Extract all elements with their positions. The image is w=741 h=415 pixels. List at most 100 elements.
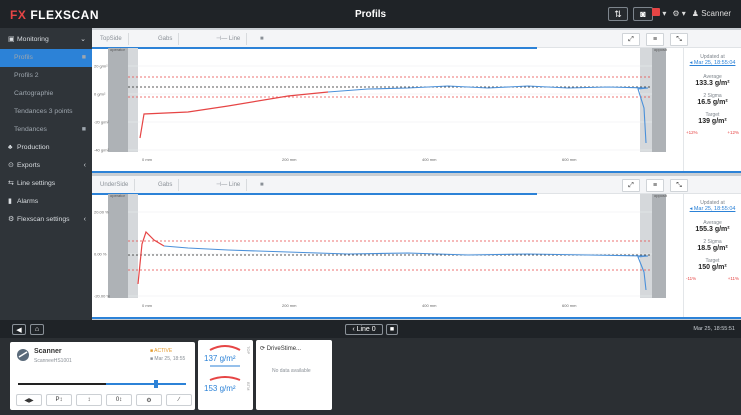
scanner-tool-button[interactable]: 0↕ bbox=[106, 394, 132, 406]
line-selector[interactable]: ‹ Line 0 bbox=[345, 324, 383, 335]
panel-tab[interactable]: Gabs bbox=[152, 179, 180, 191]
sidebar-item[interactable]: Cartographie bbox=[0, 85, 92, 103]
profile-series-out-of-tolerance bbox=[137, 230, 165, 285]
opposite-label: opposite bbox=[654, 48, 667, 52]
flag-icon bbox=[652, 8, 661, 16]
average-value: 133.3 g/m² bbox=[695, 80, 730, 87]
scanner-tool-button[interactable]: P↕ bbox=[46, 394, 72, 406]
fullscreen-button[interactable]: ⤡ bbox=[670, 33, 688, 46]
upload-button[interactable]: ⇅ bbox=[608, 7, 628, 21]
exports-icon: ⊙ bbox=[8, 162, 14, 169]
scanner-position-handle[interactable] bbox=[154, 380, 158, 388]
expand-button[interactable]: ⤢ bbox=[622, 179, 640, 192]
menu-button[interactable]: ≡ bbox=[646, 179, 664, 192]
panel-tab[interactable]: ■ bbox=[254, 179, 270, 191]
sidebar-item[interactable]: ▮ Alarms bbox=[0, 193, 92, 211]
sidebar-item-label: Profils bbox=[14, 54, 33, 61]
panel-tab[interactable]: TopSide bbox=[94, 33, 129, 45]
scanner-icon bbox=[16, 348, 30, 362]
page-title: Profils bbox=[354, 9, 387, 20]
sidebar-item-indicator: ‹ bbox=[83, 162, 86, 169]
sidebar-item[interactable]: ⇆ Line settings bbox=[0, 175, 92, 193]
opposite-zone bbox=[652, 194, 666, 298]
collapse-button[interactable]: ◀ bbox=[12, 324, 26, 335]
scanner-tool-button[interactable]: ∕ bbox=[166, 394, 192, 406]
scanner-tool-button[interactable]: ↕ bbox=[76, 394, 102, 406]
settings-menu[interactable]: ⚙ ▾ bbox=[672, 9, 685, 18]
sidebar-item[interactable]: ▣ Monitoring ⌄ bbox=[0, 31, 92, 49]
profile-panel-topside: TopSide Gabs ⊣— Line ■ ⤢ ≡ ⤡ operator opposite 20… bbox=[92, 30, 741, 173]
sidebar-item[interactable]: Profils 2 bbox=[0, 67, 92, 85]
sidebar-item[interactable]: ⚙ Flexscan settings ‹ bbox=[0, 211, 92, 229]
y-tick-label: 0.00 % bbox=[94, 252, 107, 257]
opposite-label: opposite bbox=[654, 194, 667, 198]
sidebar-item-label: Monitoring bbox=[17, 36, 49, 43]
panel-tab[interactable]: UnderSide bbox=[94, 179, 136, 191]
drive-card[interactable]: ⟳ DriveStime... No data available bbox=[256, 340, 332, 410]
sigma-value: 18.5 g/m² bbox=[697, 245, 728, 252]
lock-button[interactable]: ■ bbox=[386, 324, 398, 335]
scanner-tool-button[interactable]: ⚙ bbox=[136, 394, 162, 406]
sidebar-item-label: Exports bbox=[17, 162, 41, 169]
production-icon: ♣ bbox=[8, 144, 13, 151]
menu-button[interactable]: ≡ bbox=[646, 33, 664, 46]
tolerance-left: +12% bbox=[686, 130, 698, 135]
scanner-track-fill bbox=[18, 383, 106, 385]
stats-panel: Updated at ◂ Mar 25, 18:55:04 Average 155.3… bbox=[683, 194, 741, 317]
sidebar-item[interactable]: Tendances ■ bbox=[0, 121, 92, 139]
status-bar: ◀ ⌂ ‹ Line 0 ■ Mar 25, 18:55:51 bbox=[0, 320, 741, 338]
panel-tab[interactable]: Gabs bbox=[152, 33, 180, 45]
sidebar-item-indicator: ⌄ bbox=[80, 36, 86, 43]
scanner-tool-button[interactable]: ◀▶ bbox=[16, 394, 42, 406]
panel-tab[interactable]: ⊣— Line bbox=[210, 33, 248, 45]
collapse-icon: ◀ bbox=[16, 326, 22, 334]
scanner-toolbar: ◀▶ P↕ ↕ 0↕ ⚙ ∕ bbox=[16, 394, 192, 406]
x-tick-label: 600 mm bbox=[562, 303, 577, 308]
drive-subtitle: No data available bbox=[272, 368, 311, 374]
operator-label: operator bbox=[110, 48, 126, 52]
scanner-title: Scanner bbox=[34, 348, 62, 355]
scanner-card[interactable]: Scanner ScanneeHS1001 ■ ACTIVE ■ Mar 25,… bbox=[10, 342, 195, 410]
scanner-status: ■ ACTIVE bbox=[150, 348, 173, 354]
x-tick-label: 200 mm bbox=[282, 157, 297, 162]
updated-value[interactable]: ◂ Mar 25, 18:55:04 bbox=[684, 206, 741, 212]
sidebar-item-indicator: ■ bbox=[81, 126, 86, 133]
profile-series-out-of-tolerance bbox=[139, 91, 329, 139]
sidebar-item-label: Flexscan settings bbox=[17, 216, 70, 223]
y-tick-label: -20.00 % bbox=[94, 294, 110, 299]
gauge-card[interactable]: 137 g/m² 153 g/m² TOP BTM bbox=[198, 340, 253, 410]
lock-icon: ■ bbox=[389, 326, 395, 333]
sidebar-item[interactable]: Profils ■ bbox=[0, 49, 92, 67]
y-tick-label: -40 g/m² bbox=[94, 148, 110, 153]
sidebar-item-label: Profils 2 bbox=[14, 72, 39, 79]
opposite-zone bbox=[652, 48, 666, 152]
expand-icon: ⤢ bbox=[628, 35, 634, 43]
gauge-arrows-icon bbox=[209, 345, 241, 381]
sidebar-item[interactable]: ♣ Production bbox=[0, 139, 92, 157]
expand-button[interactable]: ⤢ bbox=[622, 33, 640, 46]
monitor-icon: ▣ bbox=[8, 36, 15, 43]
panel-tab-row: TopSide Gabs ⊣— Line ■ ⤢ ≡ ⤡ bbox=[92, 30, 741, 48]
x-tick-label: 200 mm bbox=[282, 303, 297, 308]
average-value: 155.3 g/m² bbox=[695, 226, 730, 233]
camera-button[interactable]: ◙ bbox=[633, 7, 653, 21]
target-value: 139 g/m² bbox=[698, 118, 727, 125]
updated-value[interactable]: ◂ Mar 25, 18:55:04 bbox=[684, 60, 741, 66]
user-menu[interactable]: ♟ Scanner bbox=[692, 9, 731, 18]
expand-icon: ⤢ bbox=[628, 181, 634, 189]
home-button[interactable]: ⌂ bbox=[30, 324, 44, 335]
tolerance-left: -11% bbox=[686, 276, 697, 281]
app-logo[interactable]: FX FLEXSCAN bbox=[10, 8, 99, 22]
settings-icon: ⇆ bbox=[8, 180, 14, 187]
sidebar-item[interactable]: Tendances 3 points bbox=[0, 103, 92, 121]
fullscreen-button[interactable]: ⤡ bbox=[670, 179, 688, 192]
flag-menu[interactable]: ▾ bbox=[652, 8, 666, 18]
sidebar-item-indicator: ‹ bbox=[83, 216, 86, 223]
panel-tab[interactable]: ⊣— Line bbox=[210, 179, 248, 191]
status-time: Mar 25, 18:55:51 bbox=[693, 326, 735, 332]
x-tick-label: 400 mm bbox=[422, 157, 437, 162]
sidebar-item[interactable]: ⊙ Exports ‹ bbox=[0, 157, 92, 175]
panel-tab[interactable]: ■ bbox=[254, 33, 270, 45]
fullscreen-icon: ⤡ bbox=[676, 35, 682, 43]
x-tick-label: 0 mm bbox=[142, 157, 153, 162]
